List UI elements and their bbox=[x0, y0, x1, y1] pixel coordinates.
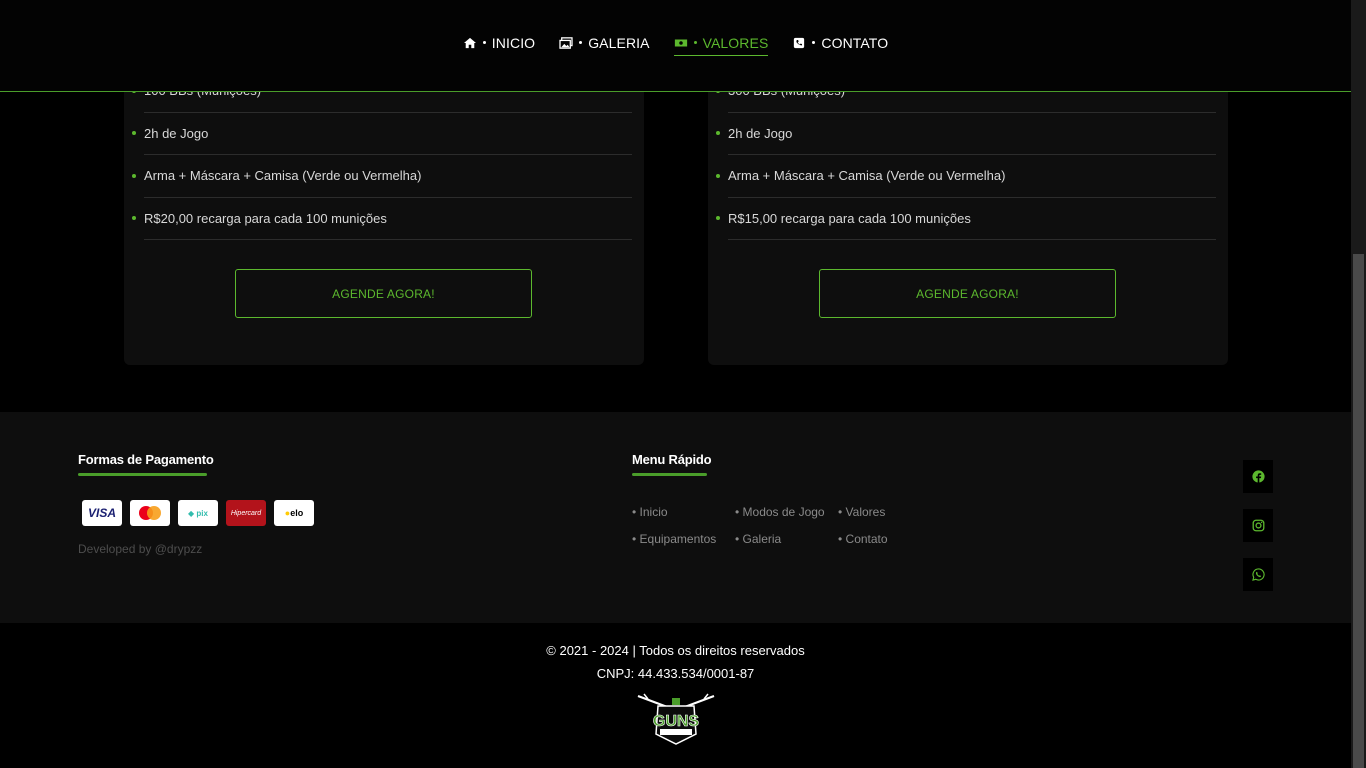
facebook-icon bbox=[1251, 470, 1265, 483]
nav-item-valores[interactable]: VALORES bbox=[673, 34, 769, 56]
nav-item-contato[interactable]: CONTATO bbox=[792, 35, 888, 55]
home-icon bbox=[463, 37, 476, 48]
facebook-button[interactable] bbox=[1243, 460, 1273, 493]
copyright-text: © 2021 - 2024 | Todos os direitos reserv… bbox=[546, 643, 805, 658]
top-navbar: INICIO GALERIA VALORES CONTATO bbox=[0, 0, 1351, 92]
nav-label: VALORES bbox=[702, 34, 769, 51]
money-icon bbox=[674, 39, 687, 46]
quick-link-modos-de-jogo[interactable]: • Modos de Jogo bbox=[735, 505, 838, 519]
site-footer: Formas de Pagamento VISA ◆ pix Hipercard… bbox=[0, 412, 1351, 623]
plan-feature: Arma + Máscara + Camisa (Verde ou Vermel… bbox=[728, 155, 1216, 198]
copyright-bar: © 2021 - 2024 | Todos os direitos reserv… bbox=[0, 623, 1351, 768]
cnpj-text: CNPJ: 44.433.534/0001-87 bbox=[596, 666, 755, 681]
quick-link-valores[interactable]: • Valores bbox=[838, 505, 918, 519]
plan-feature: R$20,00 recarga para cada 100 munições bbox=[144, 198, 632, 240]
whatsapp-icon bbox=[1251, 568, 1265, 581]
scrollbar-thumb[interactable] bbox=[1353, 254, 1364, 768]
nav-separator-dot bbox=[482, 41, 486, 44]
hipercard-icon: Hipercard bbox=[226, 500, 266, 526]
plan-features-left: 100 BBs (Munições) 2h de Jogo Arma + Más… bbox=[144, 70, 632, 240]
plan-feature: 2h de Jogo bbox=[728, 113, 1216, 155]
plan-features-right: 300 BBs (Munições) 2h de Jogo Arma + Más… bbox=[728, 70, 1216, 240]
payment-methods-title: Formas de Pagamento bbox=[78, 452, 214, 476]
payment-methods: VISA ◆ pix Hipercard ● elo bbox=[82, 500, 314, 526]
phone-icon bbox=[794, 37, 805, 48]
schedule-button-left[interactable]: AGENDE AGORA! bbox=[235, 269, 532, 318]
guns-logo: GUNS bbox=[637, 693, 715, 745]
nav-item-galeria[interactable]: GALERIA bbox=[559, 35, 649, 55]
schedule-button-right[interactable]: AGENDE AGORA! bbox=[819, 269, 1116, 318]
main-nav: INICIO GALERIA VALORES CONTATO bbox=[463, 34, 888, 56]
elo-icon: ● elo bbox=[274, 500, 314, 526]
pix-icon: ◆ pix bbox=[178, 500, 218, 526]
instagram-button[interactable] bbox=[1243, 509, 1273, 542]
quick-link-inicio[interactable]: • Inicio bbox=[632, 505, 735, 519]
logo-text: GUNS bbox=[653, 713, 700, 730]
whatsapp-button[interactable] bbox=[1243, 558, 1273, 591]
nav-label: INICIO bbox=[491, 34, 536, 51]
quick-link-equipamentos[interactable]: • Equipamentos bbox=[632, 532, 735, 546]
quick-menu-links: • Inicio • Modos de Jogo • Valores • Equ… bbox=[632, 505, 918, 546]
instagram-icon bbox=[1252, 519, 1264, 532]
developer-credit[interactable]: Developed by @drypzz bbox=[78, 542, 202, 556]
plan-feature: Arma + Máscara + Camisa (Verde ou Vermel… bbox=[144, 155, 632, 198]
nav-label: CONTATO bbox=[821, 34, 889, 51]
quick-link-galeria[interactable]: • Galeria bbox=[735, 532, 838, 546]
nav-separator-dot bbox=[579, 41, 583, 44]
nav-item-inicio[interactable]: INICIO bbox=[463, 35, 535, 55]
plan-feature: 2h de Jogo bbox=[144, 113, 632, 155]
quick-menu-title: Menu Rápido bbox=[632, 452, 712, 476]
quick-link-contato[interactable]: • Contato bbox=[838, 532, 918, 546]
plan-feature: R$15,00 recarga para cada 100 munições bbox=[728, 198, 1216, 240]
nav-separator-dot bbox=[812, 41, 816, 44]
nav-label: GALERIA bbox=[588, 34, 650, 51]
mastercard-icon bbox=[130, 500, 170, 526]
images-icon bbox=[559, 36, 573, 49]
visa-icon: VISA bbox=[82, 500, 122, 526]
nav-separator-dot bbox=[693, 41, 697, 44]
page-scrollbar[interactable] bbox=[1351, 0, 1366, 768]
